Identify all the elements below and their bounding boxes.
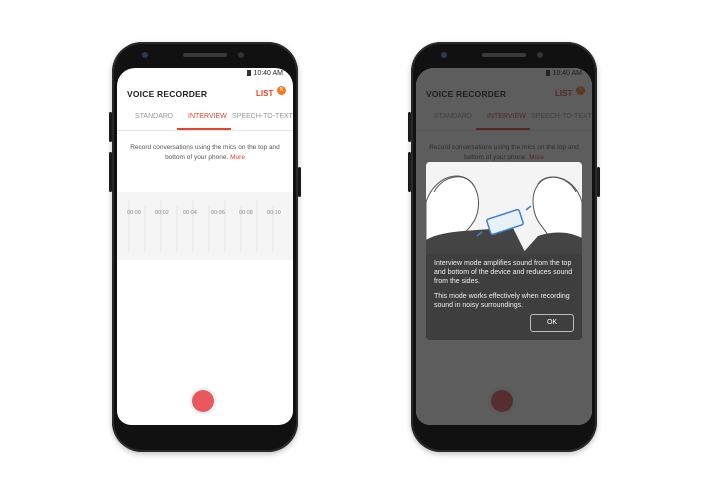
power-button xyxy=(597,167,600,197)
volume-button xyxy=(109,112,112,142)
tick-label: 00:02 xyxy=(155,210,169,216)
sensor-icon xyxy=(142,52,148,58)
list-button[interactable]: LIST xyxy=(256,89,273,98)
dialog-paragraph: This mode works effectively when recordi… xyxy=(434,293,570,309)
app-bar: VOICE RECORDER LIST N xyxy=(117,80,293,102)
tab-standard[interactable]: STANDARD xyxy=(135,113,173,120)
interview-illustration xyxy=(426,162,582,254)
notification-badge: N xyxy=(277,86,286,95)
phone-left: 10:40 AM VOICE RECORDER LIST N STANDARD … xyxy=(109,42,301,452)
mode-tabs: STANDARD INTERVIEW SPEECH-TO-TEXT xyxy=(117,108,293,131)
screen-right: 10:40 AM VOICE RECORDER LIST N STANDARD … xyxy=(416,68,592,425)
app-title: VOICE RECORDER xyxy=(127,89,208,99)
volume-button xyxy=(408,112,411,142)
mode-description: Record conversations using the mics on t… xyxy=(125,143,285,163)
status-time: 10:40 AM xyxy=(253,70,283,77)
phone-right: 10:40 AM VOICE RECORDER LIST N STANDARD … xyxy=(408,42,600,452)
ok-button[interactable]: OK xyxy=(530,314,574,332)
earpiece xyxy=(183,53,227,57)
recording-timeline: 00:00 00:02 00:04 00:06 00:08 00:10 xyxy=(117,192,293,260)
description-text: Record conversations using the mics on t… xyxy=(130,144,280,161)
screen-left: 10:40 AM VOICE RECORDER LIST N STANDARD … xyxy=(117,68,293,425)
two-people-phone-illustration xyxy=(426,162,582,254)
earpiece xyxy=(482,53,526,57)
tab-speech-to-text[interactable]: SPEECH-TO-TEXT xyxy=(232,113,293,120)
status-bar: 10:40 AM xyxy=(117,68,293,80)
more-link[interactable]: More xyxy=(230,154,245,161)
battery-icon xyxy=(247,70,252,76)
tab-interview[interactable]: INTERVIEW xyxy=(188,113,227,120)
tick-label: 00:08 xyxy=(239,210,253,216)
sensor-icon xyxy=(441,52,447,58)
dialog-paragraph: Interview mode amplifies sound from the … xyxy=(434,260,573,285)
tick-label: 00:10 xyxy=(267,210,281,216)
bixby-button xyxy=(408,152,411,192)
tick-label: 00:06 xyxy=(211,210,225,216)
tick-label: 00:04 xyxy=(183,210,197,216)
record-button[interactable] xyxy=(192,390,214,412)
dialog-body: Interview mode amplifies sound from the … xyxy=(434,259,574,310)
waveform-grid xyxy=(128,200,274,252)
front-camera-icon xyxy=(537,52,543,58)
active-tab-indicator xyxy=(177,128,231,130)
interview-info-dialog: Interview mode amplifies sound from the … xyxy=(426,162,582,340)
bixby-button xyxy=(109,152,112,192)
tick-label: 00:00 xyxy=(127,210,141,216)
front-camera-icon xyxy=(238,52,244,58)
power-button xyxy=(298,167,301,197)
